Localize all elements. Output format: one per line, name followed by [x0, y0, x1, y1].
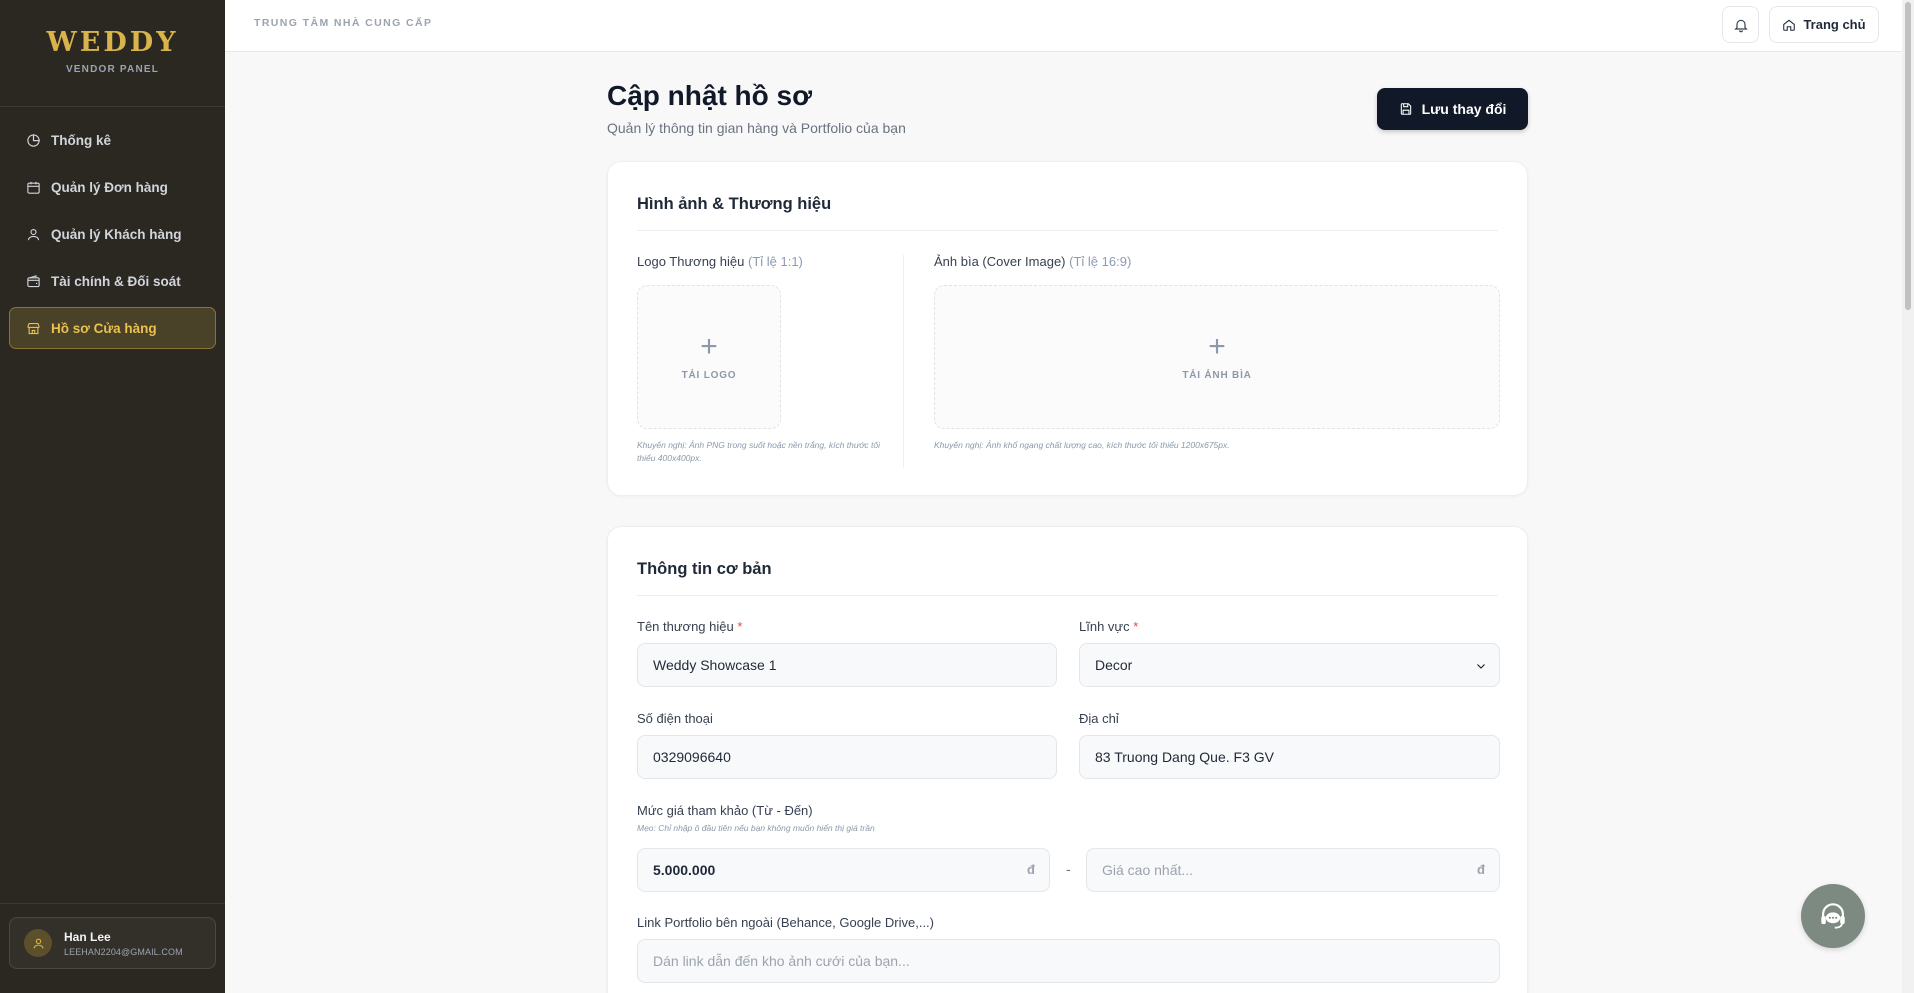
brand-subtitle: VENDOR PANEL	[65, 64, 160, 75]
calendar-icon	[25, 179, 41, 195]
price-min-value: 5.000.000	[653, 862, 716, 878]
logo-upload-text: TẢI LOGO	[681, 369, 737, 381]
logo-label-text: Logo Thương hiệu	[637, 254, 745, 269]
cover-upload-text: TẢI ẢNH BÌA	[1182, 369, 1252, 381]
range-separator: -	[1066, 861, 1071, 877]
currency-suffix: đ	[1477, 862, 1485, 877]
notifications-button[interactable]	[1722, 6, 1759, 43]
sidebar-item-orders[interactable]: Quản lý Đơn hàng	[9, 166, 216, 208]
save-changes-button[interactable]: Lưu thay đổi	[1377, 88, 1528, 130]
basic-info-card-title: Thông tin cơ bản	[637, 560, 772, 578]
avatar	[24, 929, 52, 957]
user-avatar-icon	[33, 938, 43, 948]
category-value: Decor	[1095, 657, 1133, 673]
branding-card: Hình ảnh & Thương hiệu Logo Thương hiệu …	[607, 161, 1528, 496]
brand-name-label: Tên thương hiệu *	[637, 619, 742, 634]
basic-info-card: Thông tin cơ bản Tên thương hiệu * Weddy…	[607, 526, 1528, 993]
home-button[interactable]: Trang chủ	[1769, 6, 1879, 43]
chevron-down-icon	[1475, 659, 1487, 671]
page-subtitle: Quản lý thông tin gian hàng và Portfolio…	[607, 120, 906, 136]
wallet-icon	[25, 273, 41, 289]
sidebar-item-label: Hồ sơ Cửa hàng	[51, 320, 157, 336]
required-mark: *	[737, 619, 743, 634]
user-name: Han Lee	[64, 929, 111, 944]
cover-upload-dropzone[interactable]: + TẢI ẢNH BÌA	[934, 285, 1500, 429]
sidebar-item-statistics[interactable]: Thống kê	[9, 119, 216, 161]
brand-name-input[interactable]: Weddy Showcase 1	[637, 643, 1057, 687]
sidebar-item-store-profile[interactable]: Hồ sơ Cửa hàng	[9, 307, 216, 349]
category-label: Lĩnh vực *	[1079, 619, 1138, 634]
sidebar-item-label: Quản lý Khách hàng	[51, 226, 182, 242]
support-headset-icon	[1821, 903, 1845, 929]
sidebar-item-label: Thống kê	[51, 132, 111, 148]
price-max-input[interactable]: Giá cao nhất... đ	[1086, 848, 1500, 892]
card-divider	[637, 230, 1498, 231]
user-email: LEEHAN2204@GMAIL.COM	[64, 946, 183, 957]
bell-icon	[1733, 19, 1748, 32]
logo-label: Logo Thương hiệu (Tỉ lệ 1:1)	[637, 254, 803, 269]
pie-chart-icon	[25, 132, 41, 148]
user-icon	[25, 226, 41, 242]
support-chat-button[interactable]	[1801, 884, 1865, 948]
store-icon	[25, 320, 41, 336]
currency-suffix: đ	[1027, 862, 1035, 877]
sidebar-item-finance[interactable]: Tài chính & Đối soát	[9, 260, 216, 302]
category-select[interactable]: Decor	[1079, 643, 1500, 687]
logo-ratio-hint: (Tỉ lệ 1:1)	[747, 254, 803, 269]
vertical-divider	[903, 255, 904, 468]
cover-label: Ảnh bìa (Cover Image) (Tỉ lệ 16:9)	[934, 254, 1131, 269]
portfolio-link-input[interactable]: Dán link dẫn đến kho ảnh cưới của bạn...	[637, 939, 1500, 983]
brand-name-value: Weddy Showcase 1	[653, 657, 777, 673]
plus-icon: +	[700, 329, 718, 363]
cover-label-text: Ảnh bìa (Cover Image)	[934, 254, 1066, 269]
phone-input[interactable]: 0329096640	[637, 735, 1057, 779]
price-range-label: Mức giá tham khảo (Từ - Đến)	[637, 803, 813, 818]
cover-ratio-hint: (Tỉ lệ 16:9)	[1069, 254, 1132, 269]
address-input[interactable]: 83 Truong Dang Que. F3 GV	[1079, 735, 1500, 779]
address-value: 83 Truong Dang Que. F3 GV	[1095, 749, 1274, 765]
branding-card-title: Hình ảnh & Thương hiệu	[637, 195, 832, 213]
category-label-text: Lĩnh vực	[1079, 619, 1130, 634]
save-icon	[1400, 103, 1411, 115]
sidebar-item-label: Tài chính & Đối soát	[51, 273, 181, 289]
phone-label: Số điện thoại	[637, 711, 713, 726]
home-icon	[1783, 19, 1796, 31]
topbar: TRUNG TÂM NHÀ CUNG CẤP Trang chủ	[225, 0, 1914, 52]
price-max-placeholder: Giá cao nhất...	[1102, 862, 1194, 878]
home-button-label: Trang chủ	[1803, 17, 1866, 32]
cover-note: Khuyến nghị: Ảnh khổ ngang chất lượng ca…	[934, 440, 1230, 450]
logo-upload-dropzone[interactable]: + TẢI LOGO	[637, 285, 781, 429]
save-button-label: Lưu thay đổi	[1421, 101, 1507, 117]
address-label: Địa chỉ	[1079, 711, 1119, 726]
user-card[interactable]: Han Lee LEEHAN2204@GMAIL.COM	[9, 917, 216, 969]
scrollbar-thumb[interactable]	[1905, 2, 1911, 310]
sidebar-item-label: Quản lý Đơn hàng	[51, 179, 168, 195]
brand: WEDDY VENDOR PANEL	[0, 0, 225, 107]
price-min-input[interactable]: 5.000.000 đ	[637, 848, 1050, 892]
brand-logo[interactable]: WEDDY	[0, 27, 225, 58]
sidebar-footer: Han Lee LEEHAN2204@GMAIL.COM	[0, 903, 225, 993]
phone-value: 0329096640	[653, 749, 731, 765]
page-title: Cập nhật hồ sơ	[607, 80, 813, 111]
card-divider	[637, 595, 1498, 596]
price-range-tip: Mẹo: Chỉ nhập ô đầu tiên nếu bạn không m…	[637, 823, 875, 833]
sidebar-item-customers[interactable]: Quản lý Khách hàng	[9, 213, 216, 255]
logo-note: Khuyến nghị: Ảnh PNG trong suốt hoặc nền…	[637, 440, 881, 463]
required-mark: *	[1133, 619, 1139, 634]
brand-name-label-text: Tên thương hiệu	[637, 619, 734, 634]
sidebar: WEDDY VENDOR PANEL Thống kê Quản lý Đơn …	[0, 0, 225, 993]
plus-icon: +	[1208, 329, 1226, 363]
sidebar-nav: Thống kê Quản lý Đơn hàng Quản lý Khách …	[0, 107, 225, 349]
page-scrollbar[interactable]	[1902, 0, 1914, 993]
portfolio-link-label: Link Portfolio bên ngoài (Behance, Googl…	[637, 915, 935, 930]
topbar-title: TRUNG TÂM NHÀ CUNG CẤP	[254, 17, 433, 29]
portfolio-link-placeholder: Dán link dẫn đến kho ảnh cưới của bạn...	[653, 953, 910, 969]
